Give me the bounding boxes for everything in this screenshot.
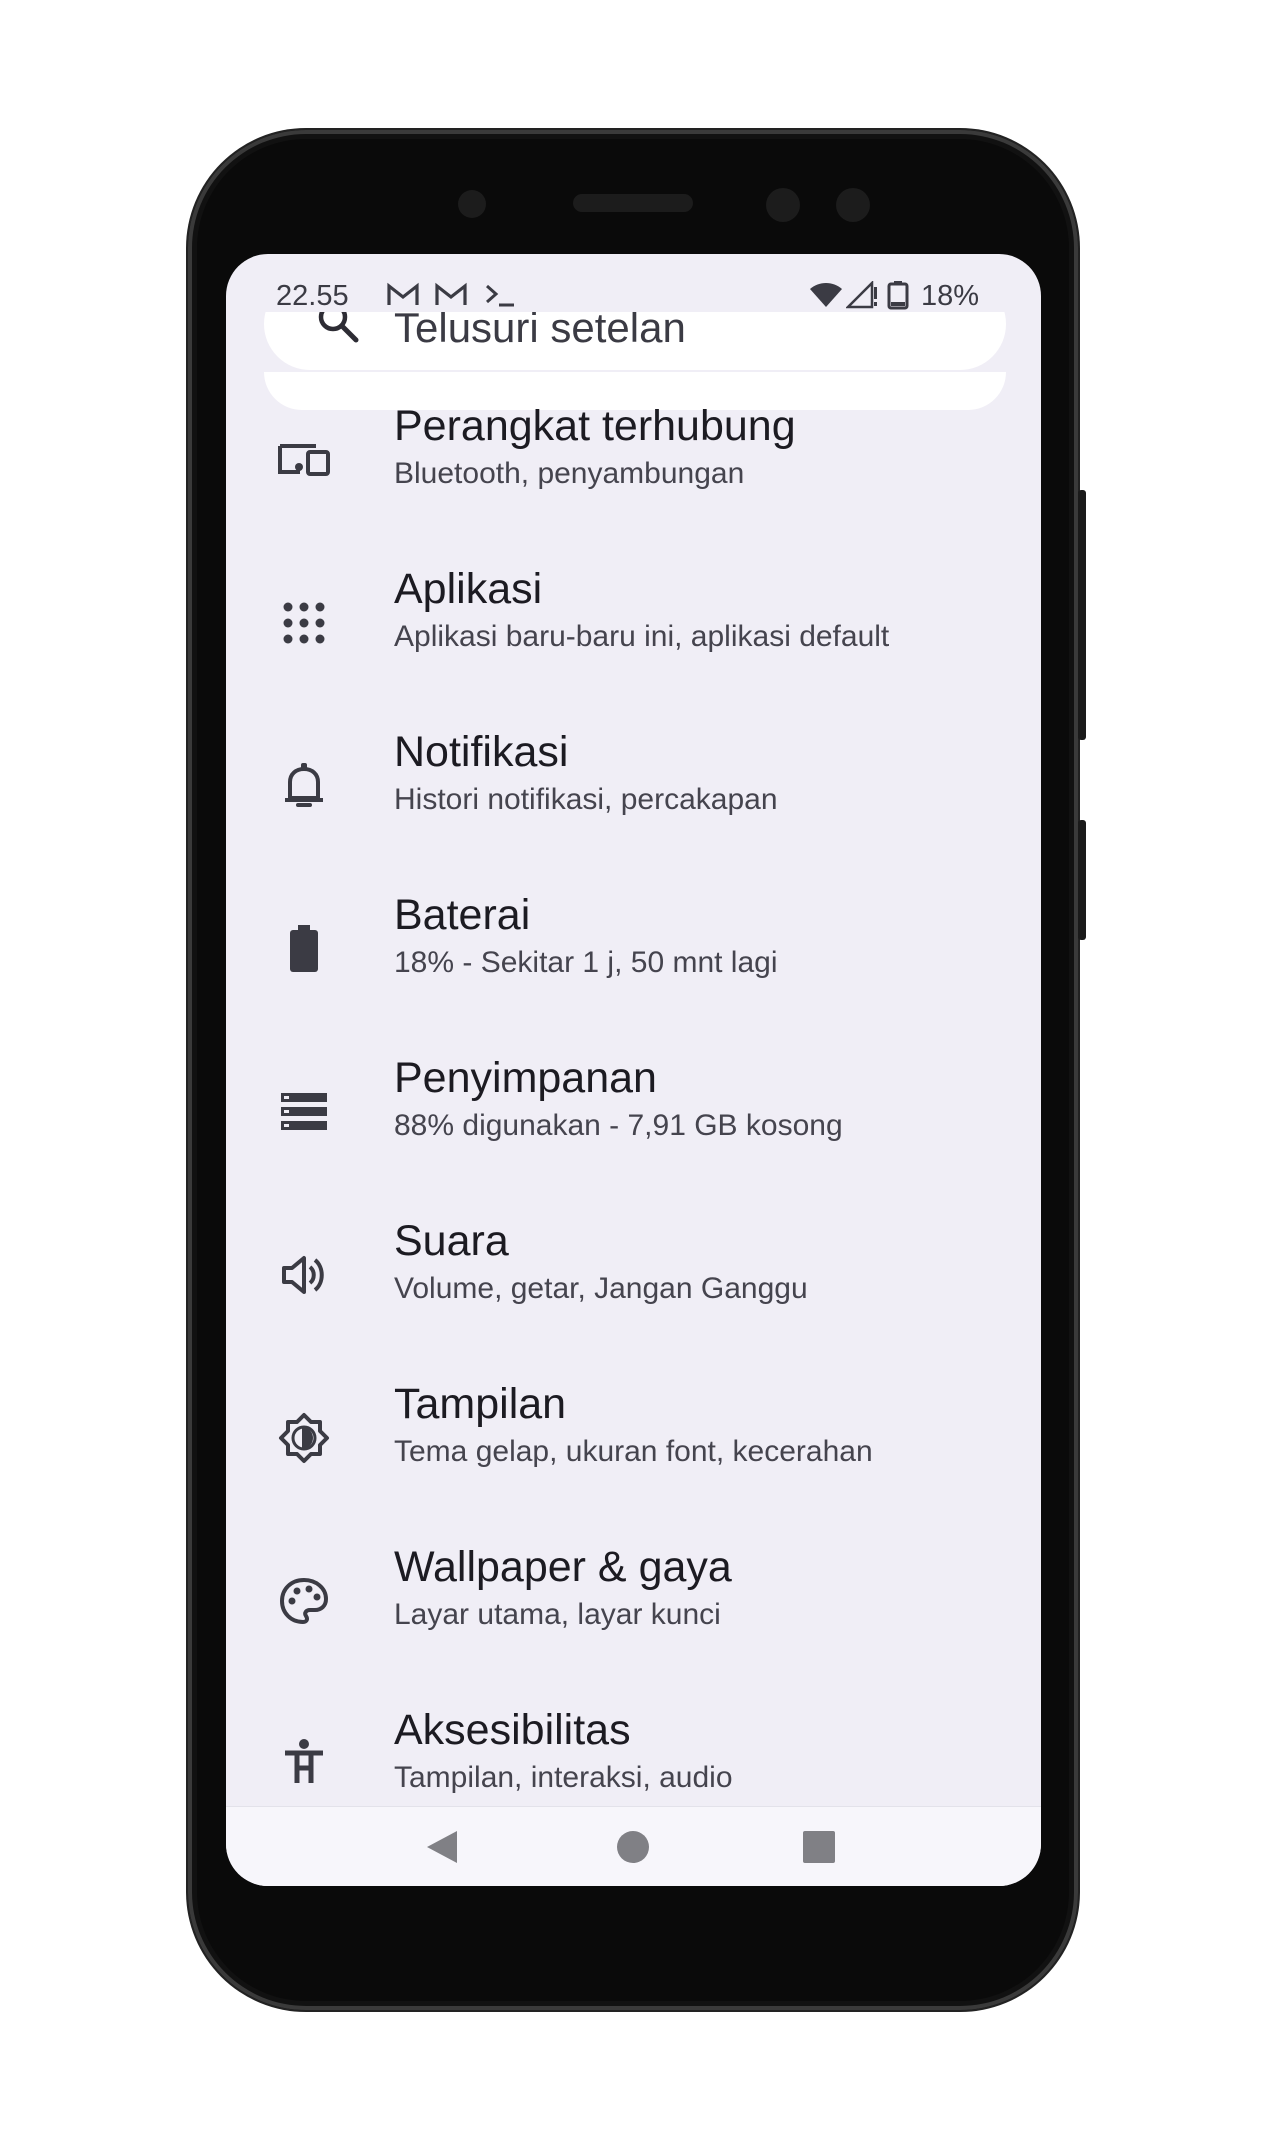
home-icon[interactable] xyxy=(615,1829,651,1865)
bell-icon xyxy=(276,758,332,814)
storage-icon xyxy=(276,1084,332,1140)
volume-icon xyxy=(276,1247,332,1303)
settings-item-subtitle: Volume, getar, Jangan Ganggu xyxy=(394,1272,808,1305)
settings-item-subtitle: Aplikasi baru-baru ini, aplikasi default xyxy=(394,620,890,653)
settings-item-sound[interactable]: Suara Volume, getar, Jangan Ganggu xyxy=(226,1217,1041,1380)
battery-icon xyxy=(276,921,332,977)
earpiece-speaker xyxy=(573,194,693,212)
settings-item-title: Tampilan xyxy=(394,1380,567,1428)
apps-icon xyxy=(276,595,332,651)
settings-item-title: Aplikasi xyxy=(394,565,543,613)
connected-devices-icon xyxy=(276,432,332,488)
settings-item-subtitle: Histori notifikasi, percakapan xyxy=(394,783,778,816)
status-time: 22.55 xyxy=(276,280,349,312)
battery-percent: 18% xyxy=(921,280,980,312)
gmail-icon xyxy=(435,282,467,305)
sensor xyxy=(836,188,870,222)
settings-item-storage[interactable]: Penyimpanan 88% digunakan - 7,91 GB koso… xyxy=(226,1054,1041,1217)
search-bar[interactable]: Telusuri setelan xyxy=(264,312,1006,370)
search-placeholder: Telusuri setelan xyxy=(394,312,686,351)
gmail-icon xyxy=(387,282,419,305)
settings-screen: 22.55 18% Telusuri setelan Perangkat ter… xyxy=(226,254,1041,1886)
settings-item-subtitle: Tema gelap, ukuran font, kecerahan xyxy=(394,1435,873,1468)
search-icon xyxy=(318,312,359,343)
settings-item-title: Perangkat terhubung xyxy=(394,402,796,450)
wifi-icon xyxy=(810,283,842,307)
settings-item-notifications[interactable]: Notifikasi Histori notifikasi, percakapa… xyxy=(226,728,1041,891)
volume-button xyxy=(1078,820,1086,940)
palette-icon xyxy=(276,1573,332,1629)
power-button xyxy=(1078,490,1086,740)
settings-item-wallpaper[interactable]: Wallpaper & gaya Layar utama, layar kunc… xyxy=(226,1543,1041,1706)
settings-item-subtitle: 88% digunakan - 7,91 GB kosong xyxy=(394,1109,843,1142)
settings-item-title: Baterai xyxy=(394,891,531,939)
recents-icon[interactable] xyxy=(802,1830,836,1864)
battery-icon xyxy=(887,281,909,310)
terminal-icon xyxy=(486,284,514,307)
front-camera xyxy=(458,190,486,218)
settings-item-subtitle: Tampilan, interaksi, audio xyxy=(394,1761,733,1794)
signal-icon xyxy=(846,281,877,309)
settings-item-subtitle: 18% - Sekitar 1 j, 50 mnt lagi xyxy=(394,946,778,979)
search-clip: Telusuri setelan xyxy=(226,312,1041,372)
settings-item-subtitle: Bluetooth, penyambungan xyxy=(394,457,745,490)
settings-item-battery[interactable]: Baterai 18% - Sekitar 1 j, 50 mnt lagi xyxy=(226,891,1041,1054)
settings-item-apps[interactable]: Aplikasi Aplikasi baru-baru ini, aplikas… xyxy=(226,565,1041,728)
settings-item-title: Penyimpanan xyxy=(394,1054,657,1102)
settings-item-title: Notifikasi xyxy=(394,728,569,776)
settings-item-title: Wallpaper & gaya xyxy=(394,1543,732,1591)
accessibility-icon xyxy=(276,1736,332,1792)
navigation-bar xyxy=(226,1806,1041,1886)
settings-item-title: Aksesibilitas xyxy=(394,1706,631,1754)
back-icon[interactable] xyxy=(424,1829,460,1865)
settings-item-display[interactable]: Tampilan Tema gelap, ukuran font, kecera… xyxy=(226,1380,1041,1543)
settings-item-subtitle: Layar utama, layar kunci xyxy=(394,1598,721,1631)
settings-item-title: Suara xyxy=(394,1217,509,1265)
sensor xyxy=(766,188,800,222)
settings-item-connected-devices[interactable]: Perangkat terhubung Bluetooth, penyambun… xyxy=(226,402,1041,565)
brightness-icon xyxy=(276,1410,332,1466)
